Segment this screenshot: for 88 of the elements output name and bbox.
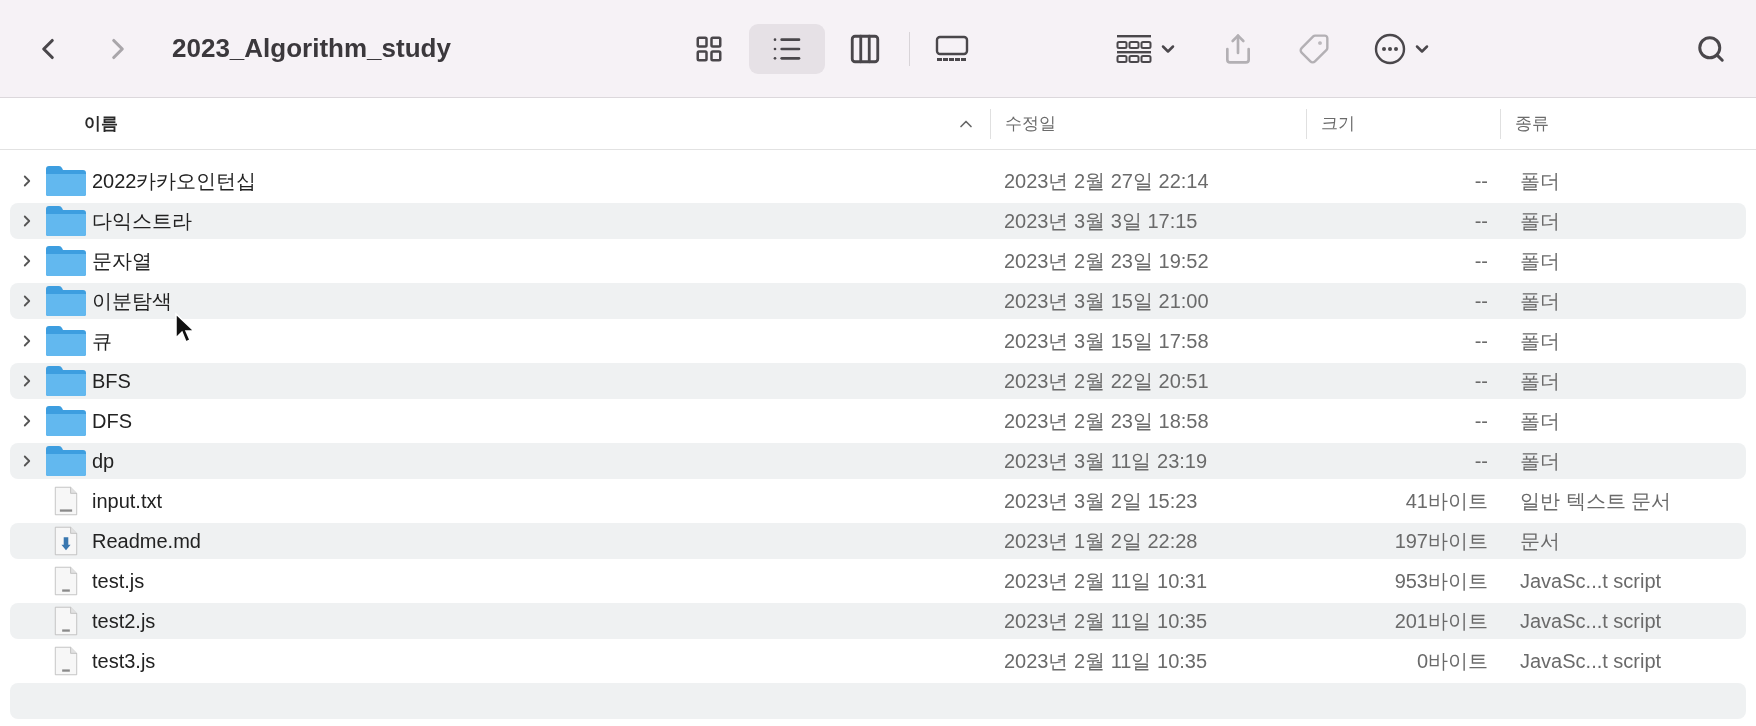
file-size: -- — [1474, 369, 1488, 392]
file-kind: 문서 — [1520, 529, 1560, 552]
folder-icon — [44, 245, 88, 277]
file-kind: 폴더 — [1520, 409, 1560, 432]
file-row[interactable]: test2.js 2023년 2월 11일 10:35 201바이트 JavaSc...t script — [10, 603, 1746, 639]
file-size: 953바이트 — [1394, 569, 1488, 592]
modified-date: 2023년 2월 27일 22:14 — [1004, 169, 1209, 192]
modified-date: 2023년 3월 15일 17:58 — [1004, 329, 1209, 352]
file-name: BFS — [92, 369, 131, 393]
folder-icon — [44, 325, 88, 357]
file-name: 큐 — [92, 328, 112, 354]
more-icon — [1373, 32, 1406, 65]
file-size: 201바이트 — [1394, 609, 1488, 632]
file-name: DFS — [92, 409, 132, 433]
file-size: -- — [1474, 329, 1488, 352]
modified-date: 2023년 2월 11일 10:31 — [1004, 569, 1208, 592]
file-size: 41바이트 — [1405, 489, 1488, 512]
column-label: 종류 — [1515, 113, 1549, 135]
file-row[interactable]: 이분탐색 2023년 3월 15일 21:00 -- 폴더 — [10, 283, 1746, 319]
folder-icon — [44, 285, 88, 317]
list-view-button[interactable] — [748, 23, 825, 74]
modified-date: 2023년 2월 11일 10:35 — [1004, 649, 1208, 672]
file-row[interactable]: 문자열 2023년 2월 23일 19:52 -- 폴더 — [10, 243, 1746, 279]
group-icon — [1115, 33, 1152, 64]
modified-date: 2023년 3월 2일 15:23 — [1004, 489, 1198, 512]
file-row[interactable]: 다익스트라 2023년 3월 3일 17:15 -- 폴더 — [10, 203, 1746, 239]
file-size: -- — [1474, 169, 1488, 192]
column-label: 수정일 — [1005, 113, 1056, 135]
file-kind: 폴더 — [1520, 449, 1560, 472]
file-size: -- — [1474, 209, 1488, 232]
folder-icon — [44, 365, 88, 397]
file-name: 문자열 — [92, 248, 152, 274]
file-name: test2.js — [92, 609, 156, 633]
file-row[interactable]: 큐 2023년 3월 15일 17:58 -- 폴더 — [10, 323, 1746, 359]
search-icon — [1696, 33, 1726, 64]
file-name: input.txt — [92, 489, 163, 513]
file-name: 2022카카오인턴십 — [92, 168, 257, 194]
file-row[interactable]: dp 2023년 3월 11일 23:19 -- 폴더 — [10, 443, 1746, 479]
file-kind: 폴더 — [1520, 169, 1560, 192]
file-row[interactable]: DFS 2023년 2월 23일 18:58 -- 폴더 — [10, 403, 1746, 439]
file-name: test.js — [92, 569, 145, 593]
file-size: -- — [1474, 289, 1488, 312]
column-label: 크기 — [1321, 113, 1355, 135]
file-kind: 폴더 — [1520, 289, 1560, 312]
file-size: 0바이트 — [1416, 649, 1488, 672]
modified-date: 2023년 2월 23일 19:52 — [1004, 249, 1209, 272]
file-kind: 일반 텍스트 문서 — [1520, 489, 1672, 512]
modified-date: 2023년 3월 15일 21:00 — [1004, 289, 1209, 312]
file-name: 이분탐색 — [92, 288, 172, 314]
modified-date: 2023년 2월 11일 10:35 — [1004, 609, 1208, 632]
modified-date: 2023년 2월 23일 18:58 — [1004, 409, 1209, 432]
file-row[interactable]: test3.js 2023년 2월 11일 10:35 0바이트 JavaSc...t script — [10, 643, 1746, 679]
file-row[interactable]: Readme.md 2023년 1월 2일 22:28 197바이트 문서 — [10, 523, 1746, 559]
column-header[interactable]: 종류 — [1500, 108, 1756, 139]
file-name: test3.js — [92, 649, 156, 673]
window-title: 2023_Algorithm_study — [172, 33, 451, 64]
gallery-view-icon — [934, 34, 969, 63]
file-size: -- — [1474, 409, 1488, 432]
folder-icon — [44, 165, 88, 197]
folder-icon — [44, 405, 88, 437]
modified-date: 2023년 3월 3일 17:15 — [1004, 209, 1198, 232]
file-kind: 폴더 — [1520, 369, 1560, 392]
column-header[interactable]: 이름 — [0, 108, 990, 139]
tag-icon — [1297, 32, 1330, 65]
file-row[interactable]: 2022카카오인턴십 2023년 2월 27일 22:14 -- 폴더 — [10, 163, 1746, 199]
file-row[interactable]: input.txt 2023년 3월 2일 15:23 41바이트 일반 텍스트 문서 — [10, 483, 1746, 519]
file-row[interactable]: test.js 2023년 2월 11일 10:31 953바이트 JavaSc...t script — [10, 563, 1746, 599]
column-header[interactable]: 크기 — [1306, 108, 1500, 139]
file-kind: 폴더 — [1520, 209, 1560, 232]
file-size: -- — [1474, 249, 1488, 272]
file-size: -- — [1474, 449, 1488, 472]
file-kind: JavaSc...t script — [1520, 609, 1662, 632]
column-label: 이름 — [84, 113, 118, 135]
modified-date: 2023년 2월 22일 20:51 — [1004, 369, 1209, 392]
file-kind: 폴더 — [1520, 249, 1560, 272]
file-row[interactable]: BFS 2023년 2월 22일 20:51 -- 폴더 — [10, 363, 1746, 399]
folder-icon — [44, 445, 88, 477]
file-kind: JavaSc...t script — [1520, 649, 1662, 672]
file-kind: 폴더 — [1520, 329, 1560, 352]
file-kind: JavaSc...t script — [1520, 569, 1662, 592]
file-name: 다익스트라 — [92, 208, 192, 234]
modified-date: 2023년 1월 2일 22:28 — [1004, 529, 1198, 552]
file-size: 197바이트 — [1394, 529, 1488, 552]
file-name: Readme.md — [92, 529, 201, 553]
column-header[interactable]: 수정일 — [990, 108, 1306, 139]
modified-date: 2023년 3월 11일 23:19 — [1004, 449, 1208, 472]
file-name: dp — [92, 449, 115, 473]
folder-icon — [44, 205, 88, 237]
